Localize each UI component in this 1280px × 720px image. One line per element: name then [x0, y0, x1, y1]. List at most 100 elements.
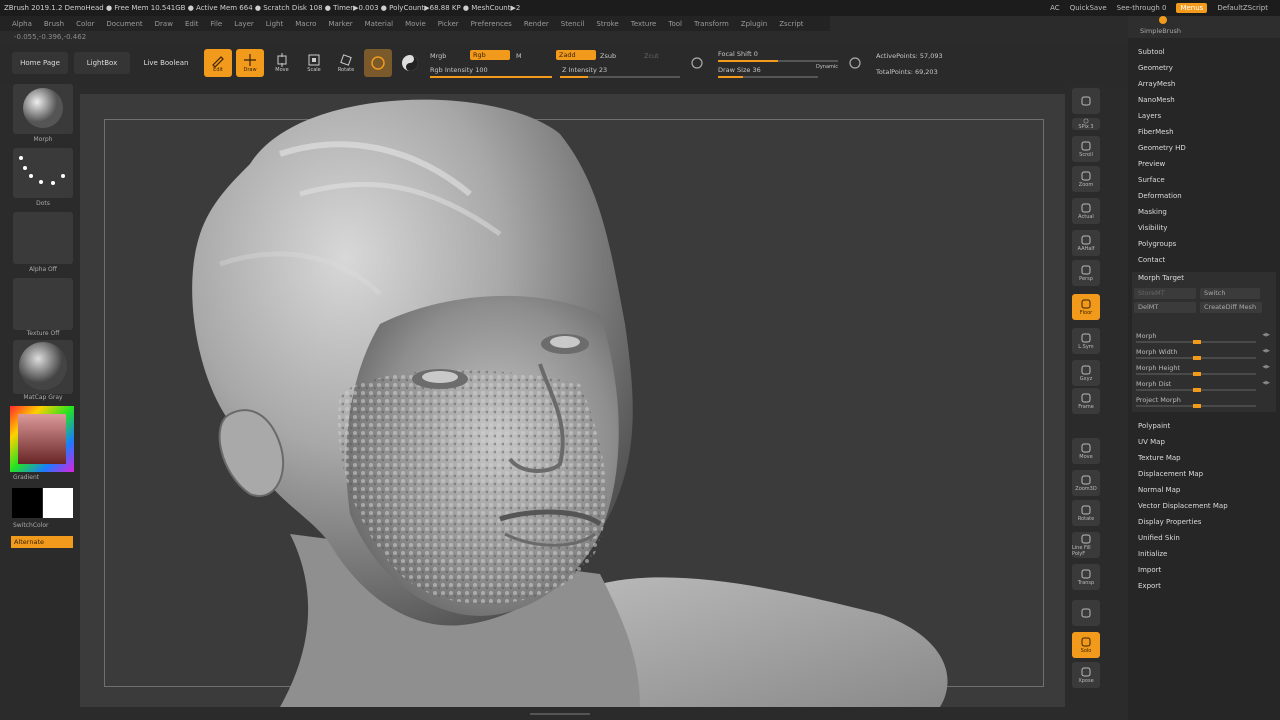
switch-button[interactable]: Switch [1200, 288, 1260, 299]
morph-height-slider[interactable]: Morph Height ◀▶ [1136, 364, 1270, 376]
xpose-button[interactable]: Xpose [1072, 662, 1100, 688]
subpalette-polypaint[interactable]: Polypaint [1138, 422, 1170, 430]
aahalf-button[interactable]: AAHalf [1072, 230, 1100, 256]
transp-button[interactable]: Transp [1072, 564, 1100, 590]
rgb-intensity-slider[interactable] [430, 76, 552, 78]
subpalette-initialize[interactable]: Initialize [1138, 550, 1167, 558]
subpalette-normal-map[interactable]: Normal Map [1138, 486, 1180, 494]
menu-layer[interactable]: Layer [234, 20, 254, 28]
subpalette-display-properties[interactable]: Display Properties [1138, 518, 1201, 526]
menu-stencil[interactable]: Stencil [561, 20, 585, 28]
subpalette-vector-displacement-map[interactable]: Vector Displacement Map [1138, 502, 1228, 510]
subpalette-masking[interactable]: Masking [1138, 208, 1167, 216]
default-zscript-button[interactable]: DefaultZScript [1217, 4, 1268, 12]
primary-color-swatch[interactable] [43, 488, 73, 518]
slider-arrows[interactable]: ◀▶ [1262, 364, 1270, 370]
subpalette-unified-skin[interactable]: Unified Skin [1138, 534, 1180, 542]
texture-thumbnail[interactable] [13, 278, 73, 330]
zsub-toggle[interactable]: Zsub [600, 52, 616, 60]
z-intensity-slider[interactable] [560, 76, 680, 78]
spix-button[interactable]: SPix 3 [1072, 118, 1100, 130]
home-page-button[interactable]: Home Page [12, 52, 68, 74]
move-button[interactable]: Move [1072, 438, 1100, 464]
slider-knob[interactable] [1193, 372, 1201, 376]
stroke-thumbnail[interactable] [13, 148, 73, 198]
project-morph-slider[interactable]: Project Morph [1136, 396, 1264, 408]
material-swatch-button[interactable] [364, 49, 392, 77]
live-boolean-button[interactable]: Live Boolean [136, 52, 196, 74]
sculpt-head-model[interactable] [80, 94, 1065, 707]
morph-dist-slider[interactable]: Morph Dist ◀▶ [1136, 380, 1270, 392]
linefill-button[interactable]: Line Fill PolyF [1072, 532, 1100, 558]
scroll-button[interactable]: Scroll [1072, 136, 1100, 162]
lightbox-button[interactable]: LightBox [74, 52, 130, 74]
slider-knob[interactable] [1193, 340, 1201, 344]
viewport-canvas[interactable] [80, 94, 1065, 707]
subpalette-layers[interactable]: Layers [1138, 112, 1161, 120]
mrgb-toggle[interactable]: Mrgb [430, 52, 446, 60]
menu-tool[interactable]: Tool [668, 20, 682, 28]
rotate-tool-button[interactable]: Rotate [332, 49, 360, 77]
subpalette-deformation[interactable]: Deformation [1138, 192, 1182, 200]
color-picker[interactable] [10, 406, 74, 472]
material-thumbnail[interactable] [13, 340, 73, 394]
subpalette-import[interactable]: Import [1138, 566, 1161, 574]
menu-marker[interactable]: Marker [328, 20, 352, 28]
slider-arrows[interactable]: ◀▶ [1262, 348, 1270, 354]
subpalette-contact[interactable]: Contact [1138, 256, 1165, 264]
subpalette-visibility[interactable]: Visibility [1138, 224, 1167, 232]
move-tool-button[interactable]: Move [268, 49, 296, 77]
gxyz-button[interactable]: Gxyz [1072, 360, 1100, 386]
bpr-button[interactable] [1072, 88, 1100, 114]
creatediff-mesh-button[interactable]: CreateDiff Mesh [1200, 302, 1262, 313]
subpalette-geometry[interactable]: Geometry [1138, 64, 1173, 72]
switch-color-button[interactable]: SwitchColor [13, 522, 73, 529]
menu-macro[interactable]: Macro [295, 20, 316, 28]
menu-material[interactable]: Material [365, 20, 393, 28]
morph-slider[interactable]: Morph ◀▶ [1136, 332, 1270, 344]
menu-brush[interactable]: Brush [44, 20, 64, 28]
edit-button[interactable]: Edit [204, 49, 232, 77]
slider-knob[interactable] [1193, 388, 1201, 392]
dynamic-toggle[interactable]: Dynamic [816, 64, 838, 70]
color-swatch-button[interactable] [396, 49, 424, 77]
storemt-button[interactable]: StoreMT [1134, 288, 1196, 299]
morph-target-title[interactable]: Morph Target [1138, 274, 1184, 282]
rgb-toggle[interactable]: Rgb [470, 50, 510, 60]
delmt-button[interactable]: DelMT [1134, 302, 1196, 313]
menu-light[interactable]: Light [266, 20, 283, 28]
alpha-thumbnail[interactable] [13, 212, 73, 264]
focal-shift-slider[interactable] [718, 60, 838, 62]
zadd-toggle[interactable]: Zadd [556, 50, 596, 60]
menu-edit[interactable]: Edit [185, 20, 199, 28]
menus-toggle[interactable]: Menus [1176, 3, 1208, 13]
simplebrush-label[interactable]: SimpleBrush [1140, 27, 1181, 35]
subpalette-arraymesh[interactable]: ArrayMesh [1138, 80, 1175, 88]
menu-picker[interactable]: Picker [438, 20, 459, 28]
bottom-tray-handle[interactable] [530, 712, 590, 716]
subpalette-preview[interactable]: Preview [1138, 160, 1165, 168]
menu-color[interactable]: Color [76, 20, 94, 28]
alternate-toggle[interactable]: Alternate [11, 536, 73, 548]
m-toggle[interactable]: M [516, 52, 522, 60]
subpalette-nanomesh[interactable]: NanoMesh [1138, 96, 1175, 104]
menu-texture[interactable]: Texture [631, 20, 657, 28]
slider-knob[interactable] [1193, 404, 1201, 408]
subpalette-texture-map[interactable]: Texture Map [1138, 454, 1181, 462]
menu-render[interactable]: Render [524, 20, 549, 28]
quicksave-button[interactable]: QuickSave [1070, 4, 1107, 12]
brush-thumbnail[interactable] [13, 84, 73, 134]
subpalette-displacement-map[interactable]: Displacement Map [1138, 470, 1203, 478]
solo-button[interactable]: Solo [1072, 632, 1100, 658]
slider-knob[interactable] [1193, 356, 1201, 360]
subpalette-geometry-hd[interactable]: Geometry HD [1138, 144, 1186, 152]
slider-arrows[interactable]: ◀▶ [1262, 380, 1270, 386]
menu-file[interactable]: File [211, 20, 223, 28]
secondary-color-swatch[interactable] [12, 488, 42, 518]
menu-movie[interactable]: Movie [405, 20, 426, 28]
menu-stroke[interactable]: Stroke [596, 20, 618, 28]
subpalette-fibermesh[interactable]: FiberMesh [1138, 128, 1174, 136]
subpalette-uv-map[interactable]: UV Map [1138, 438, 1165, 446]
menu-zplugin[interactable]: Zplugin [741, 20, 767, 28]
ac-label[interactable]: AC [1050, 4, 1060, 12]
